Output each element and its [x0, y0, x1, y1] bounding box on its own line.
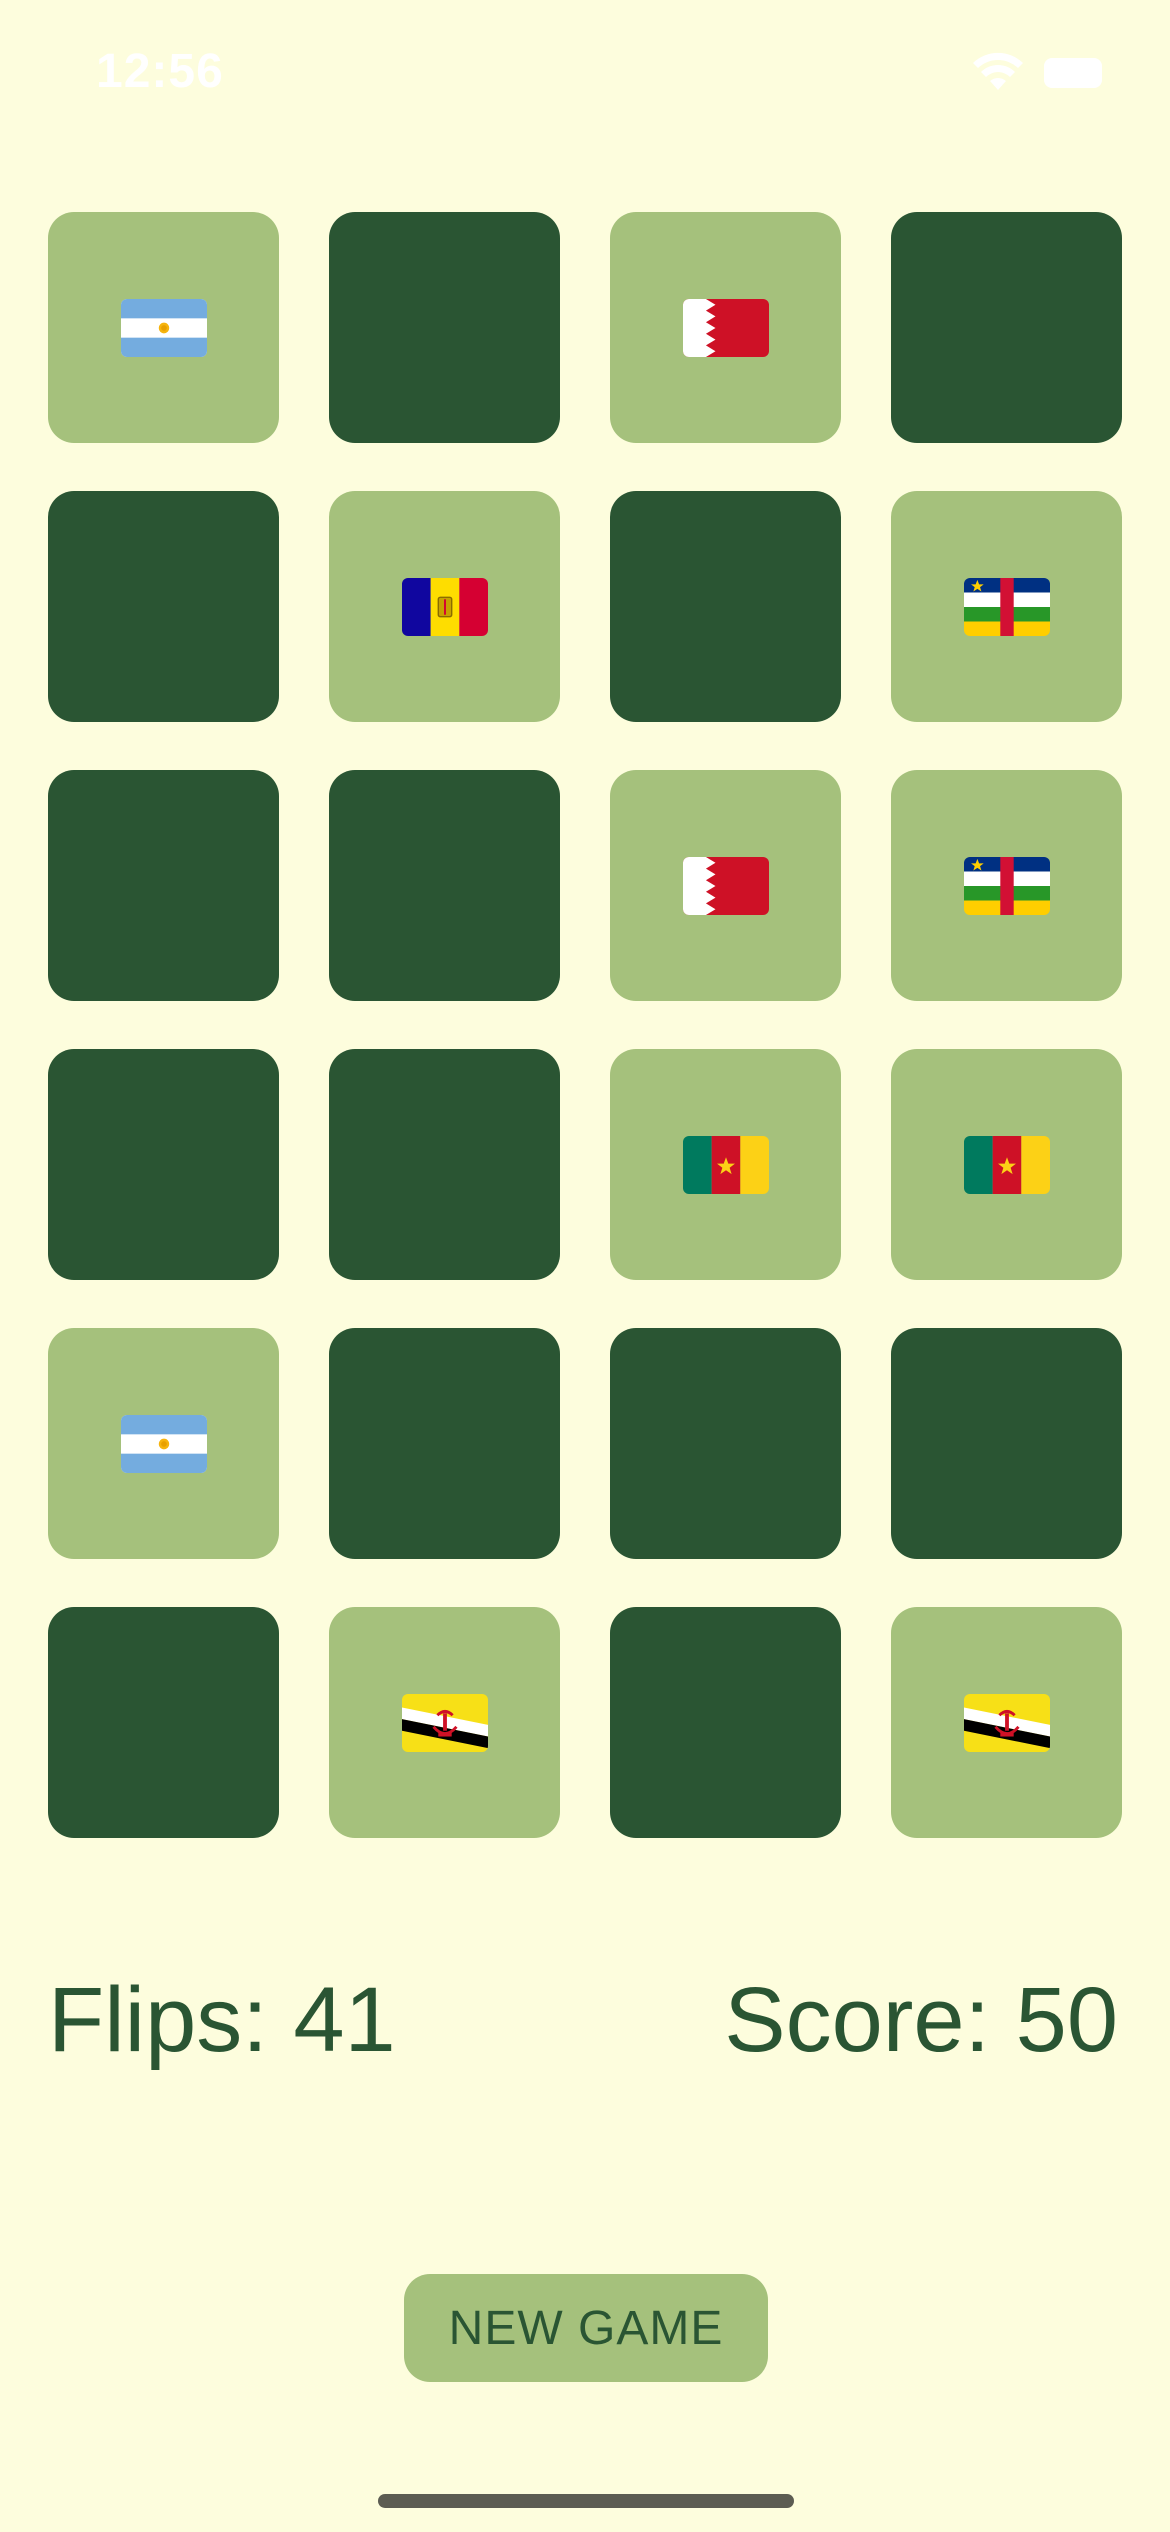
cameroon-flag-icon [963, 1135, 1050, 1194]
wifi-icon [973, 52, 1023, 90]
card-r5-c2[interactable] [329, 1328, 560, 1559]
card-grid [48, 212, 1124, 1838]
central-african-republic-flag-icon [963, 577, 1050, 636]
card-r6-c2[interactable] [329, 1607, 560, 1838]
card-r1-c3[interactable] [610, 212, 841, 443]
card-r6-c4[interactable] [891, 1607, 1122, 1838]
card-r6-c1[interactable] [48, 1607, 279, 1838]
card-r3-c4[interactable] [891, 770, 1122, 1001]
card-r2-c4[interactable] [891, 491, 1122, 722]
card-r4-c3[interactable] [610, 1049, 841, 1280]
bahrain-flag-icon [682, 856, 769, 915]
andorra-flag-icon [401, 577, 488, 636]
flips-counter: Flips: 41 [48, 1969, 396, 2071]
card-r4-c4[interactable] [891, 1049, 1122, 1280]
card-r1-c4[interactable] [891, 212, 1122, 443]
bahrain-flag-icon [682, 298, 769, 357]
card-r3-c1[interactable] [48, 770, 279, 1001]
card-r1-c1[interactable] [48, 212, 279, 443]
card-r4-c1[interactable] [48, 1049, 279, 1280]
card-r2-c2[interactable] [329, 491, 560, 722]
card-r3-c2[interactable] [329, 770, 560, 1001]
card-r6-c3[interactable] [610, 1607, 841, 1838]
status-bar: 12:56 [0, 0, 1170, 150]
central-african-republic-flag-icon [963, 856, 1050, 915]
score-counter: Score: 50 [724, 1969, 1118, 2071]
brunei-flag-icon [963, 1693, 1050, 1752]
cameroon-flag-icon [682, 1135, 769, 1194]
card-r5-c4[interactable] [891, 1328, 1122, 1559]
card-r2-c3[interactable] [610, 491, 841, 722]
card-r5-c3[interactable] [610, 1328, 841, 1559]
argentina-flag-icon [120, 1414, 207, 1473]
home-indicator[interactable] [378, 2494, 794, 2508]
new-game-button[interactable]: NEW GAME [404, 2274, 768, 2382]
card-r1-c2[interactable] [329, 212, 560, 443]
status-time: 12:56 [96, 45, 224, 98]
card-r3-c3[interactable] [610, 770, 841, 1001]
battery-icon [1044, 58, 1102, 88]
card-r5-c1[interactable] [48, 1328, 279, 1559]
argentina-flag-icon [120, 298, 207, 357]
card-r4-c2[interactable] [329, 1049, 560, 1280]
brunei-flag-icon [401, 1693, 488, 1752]
card-r2-c1[interactable] [48, 491, 279, 722]
